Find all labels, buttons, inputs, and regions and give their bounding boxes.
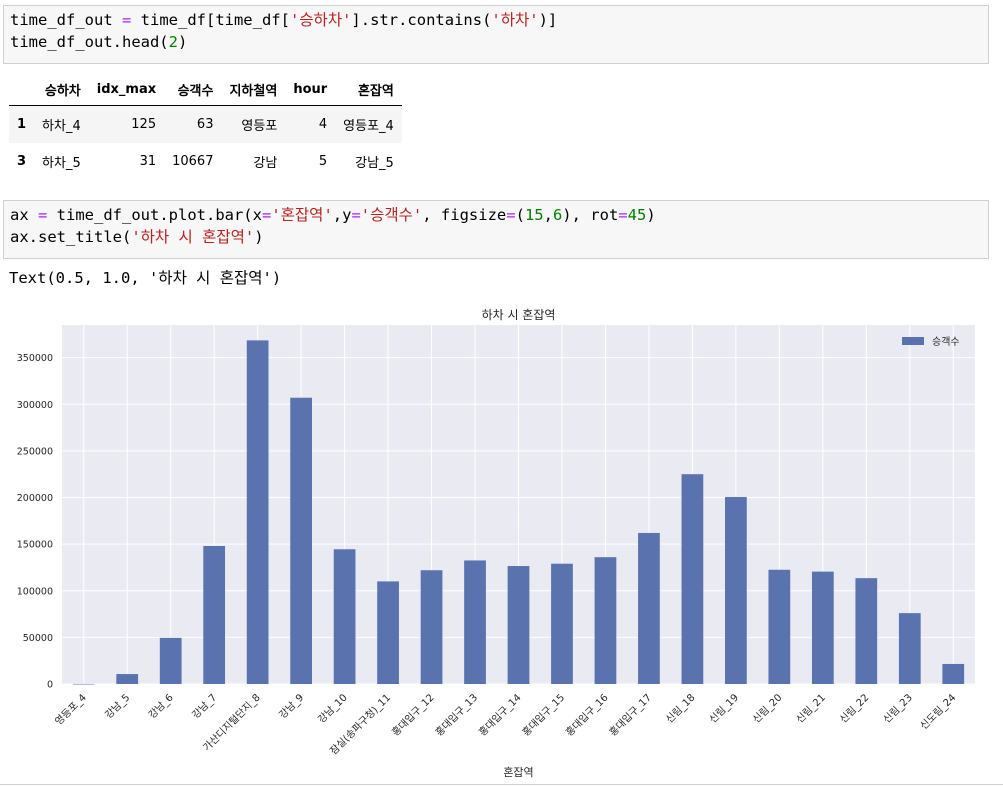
x-axis-label: 혼잡역 (503, 766, 533, 779)
x-tick-label: 신림_19 (707, 692, 741, 726)
bar (855, 578, 878, 684)
bar (507, 566, 530, 684)
table-header: 지하철역 (229, 84, 278, 99)
table-header: 혼잡역 (357, 84, 394, 99)
x-tick-label: 홍대입구_16 (563, 691, 611, 739)
x-tick-label: 신도림_24 (918, 692, 959, 733)
table-cell: 영등포_4 (343, 119, 394, 134)
code-editor-2[interactable]: ax = time_df_out.plot.bar(x='혼잡역',y='승객수… (4, 201, 988, 248)
x-tick-label: 홍대입구_13 (432, 691, 480, 739)
bar (246, 340, 269, 684)
bar (594, 557, 617, 684)
table-header: idx_max (96, 82, 157, 97)
table-cell: 10667 (172, 154, 214, 169)
x-tick-label: 강남_5 (103, 692, 133, 722)
legend-swatch (902, 337, 924, 345)
bar (116, 674, 139, 684)
table-header: 승하차 (44, 84, 81, 99)
row-index: 3 (17, 153, 27, 169)
table-row: 1 하차_4 125 63 영등포 4 영등포_4 (9, 105, 402, 143)
table-row: 3 하차_5 31 10667 강남 5 강남_5 (9, 143, 402, 180)
bar (725, 497, 747, 684)
table-header (9, 75, 34, 106)
table-cell: 강남 (253, 156, 278, 171)
y-tick-label: 250000 (17, 446, 53, 457)
dataframe-output: 승하차 idx_max 승객수 지하철역 hour 혼잡역 1 하차_4 125… (9, 75, 402, 180)
x-tick-label: 신림_23 (881, 692, 915, 726)
y-tick-label: 50000 (23, 633, 53, 644)
table-cell: 31 (139, 154, 157, 169)
code-cell-1[interactable]: time_df_out = time_df[time_df['승하차'].str… (3, 5, 989, 64)
x-tick-label: 홍대입구_14 (476, 691, 524, 739)
x-tick-label: 영등포_4 (53, 692, 89, 728)
y-tick-label: 350000 (17, 353, 53, 364)
table-cell: 강남_5 (355, 156, 394, 171)
x-tick-label: 홍대입구_15 (519, 691, 567, 739)
row-index: 1 (17, 116, 27, 132)
bar (72, 683, 95, 685)
table-header-row: 승하차 idx_max 승객수 지하철역 hour 혼잡역 (9, 75, 402, 106)
bar (464, 560, 486, 684)
bar (203, 545, 226, 684)
x-tick-label: 신림_20 (750, 692, 784, 726)
y-tick-label: 300000 (17, 400, 53, 411)
table-cell: 하차_5 (42, 156, 81, 171)
bar (377, 581, 399, 684)
y-tick-label: 0 (47, 680, 53, 691)
output-text: Text(0.5, 1.0, '하차 시 혼잡역') (9, 269, 282, 287)
table-header: 승객수 (177, 84, 214, 99)
table-cell: 5 (318, 154, 328, 169)
table-cell: 63 (196, 117, 214, 132)
table-cell: 하차_4 (42, 119, 81, 134)
table-cell: 125 (131, 117, 157, 132)
y-tick-label: 100000 (17, 586, 53, 597)
table-cell: 4 (318, 117, 328, 132)
bar (420, 570, 443, 684)
x-tick-label: 강남_7 (190, 692, 220, 722)
bar (768, 569, 791, 684)
x-tick-label: 신림_21 (794, 692, 828, 726)
x-tick-label: 강남_6 (146, 692, 176, 722)
x-tick-label: 홍대입구_12 (389, 691, 437, 739)
bar (898, 613, 921, 684)
x-tick-label: 강남_10 (316, 692, 350, 726)
code-editor-1[interactable]: time_df_out = time_df[time_df['승하차'].str… (4, 6, 988, 53)
y-tick-labels: 0 50000 100000 150000 200000 250000 300000 3500… (17, 353, 53, 690)
divider (0, 784, 1003, 785)
code-cell-2[interactable]: ax = time_df_out.plot.bar(x='혼잡역',y='승객수… (3, 200, 989, 259)
x-tick-label: 신림_22 (837, 692, 871, 726)
x-tick-label: 신림_18 (663, 692, 697, 726)
table-cell: 영등포 (241, 119, 278, 134)
x-tick-labels: 영등포_4 강남_5 강남_6 강남_7가산디지털단지_8 강남_9 강남_10잠실(송파… (53, 691, 959, 757)
legend-label: 승객수 (932, 336, 960, 348)
y-tick-label: 200000 (17, 493, 53, 504)
bar (638, 532, 660, 684)
bar-chart: 0 50000 100000 150000 200000 250000 300000 3500… (17, 308, 975, 779)
table-header: hour (293, 82, 328, 97)
bar (551, 563, 573, 684)
bar (333, 549, 356, 684)
bar (290, 397, 312, 684)
y-tick-label: 150000 (17, 540, 53, 551)
x-tick-label: 홍대입구_17 (606, 691, 654, 739)
bar (159, 637, 182, 684)
chart-title: 하차 시 혼잡역 (482, 308, 556, 322)
x-tick-label: 강남_9 (277, 692, 307, 722)
bar (811, 571, 834, 684)
bar (942, 663, 965, 684)
bar (681, 474, 704, 684)
